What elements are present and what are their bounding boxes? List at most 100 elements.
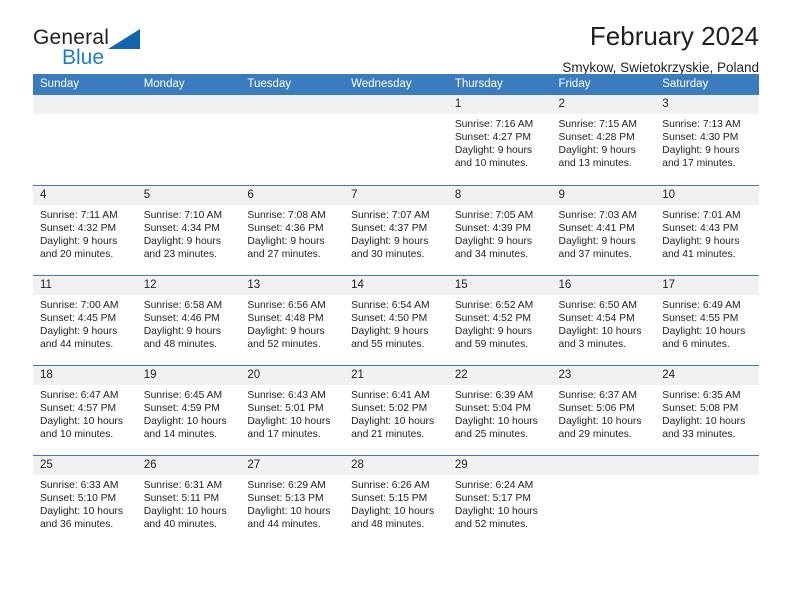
sunrise-text: Sunrise: 7:03 AM	[558, 209, 637, 221]
calendar-day-cell[interactable]: 15 Sunrise: 6:52 AM Sunset: 4:52 PM Dayligh…	[447, 274, 552, 365]
daylight-text-line2: and 52 minutes.	[247, 338, 321, 350]
title-block: February 2024 Smykow, Swietokrzyskie, Po…	[562, 22, 759, 75]
calendar-header-row: Sunday Monday Tuesday Wednesday Thursday Frid…	[33, 74, 759, 95]
day-details: Sunrise: 7:03 AM Sunset: 4:41 PM Daylight:…	[552, 205, 656, 261]
day-details: Sunrise: 6:45 AM Sunset: 4:59 PM Daylight:…	[137, 385, 241, 441]
sunrise-text: Sunrise: 7:10 AM	[143, 209, 223, 221]
calendar-day-cell[interactable]: 8 Sunrise: 7:05 AM Sunset: 4:39 PM Daylight…	[447, 184, 552, 275]
calendar-day-cell[interactable]: 26 Sunrise: 6:31 AM Sunset: 5:11 PM Dayligh…	[136, 454, 241, 545]
sunrise-text: Sunrise: 6:37 AM	[558, 389, 637, 401]
day-number: 21	[344, 365, 448, 385]
calendar-day-cell[interactable]: 29 Sunrise: 6:24 AM Sunset: 5:17 PM Dayligh…	[447, 454, 552, 545]
calendar-day-cell[interactable]: 5 Sunrise: 7:10 AM Sunset: 4:34 PM Daylight…	[136, 184, 241, 275]
sunrise-text: Sunrise: 6:39 AM	[454, 389, 534, 401]
daylight-text-line1: Daylight: 9 hours	[454, 235, 533, 247]
calendar-day-cell-empty	[136, 95, 241, 185]
day-number	[551, 455, 656, 475]
sunset-text: Sunset: 5:01 PM	[247, 402, 324, 414]
sunset-text: Sunset: 4:45 PM	[40, 312, 117, 324]
calendar-day-cell[interactable]: 16 Sunrise: 6:50 AM Sunset: 4:54 PM Dayligh…	[551, 274, 656, 365]
day-details: Sunrise: 7:08 AM Sunset: 4:36 PM Daylight:…	[240, 205, 344, 261]
calendar-day-cell[interactable]: 3 Sunrise: 7:13 AM Sunset: 4:30 PM Daylight…	[655, 95, 759, 185]
daylight-text-line1: Daylight: 10 hours	[40, 505, 123, 517]
day-number	[136, 95, 241, 114]
calendar-day-cell[interactable]: 23 Sunrise: 6:37 AM Sunset: 5:06 PM Dayligh…	[551, 364, 656, 455]
calendar-day-cell[interactable]: 1 Sunrise: 7:16 AM Sunset: 4:27 PM Daylight…	[447, 95, 552, 185]
calendar-day-cell[interactable]: 14 Sunrise: 6:54 AM Sunset: 4:50 PM Dayligh…	[344, 274, 448, 365]
day-number: 8	[447, 185, 552, 205]
daylight-text-line2: and 40 minutes.	[143, 518, 217, 530]
calendar-day-cell[interactable]: 2 Sunrise: 7:15 AM Sunset: 4:28 PM Daylight…	[551, 95, 656, 185]
calendar-day-cell[interactable]: 6 Sunrise: 7:08 AM Sunset: 4:36 PM Daylight…	[240, 184, 345, 275]
calendar-day-cell[interactable]: 4 Sunrise: 7:11 AM Sunset: 4:32 PM Daylight…	[33, 184, 137, 275]
sunrise-text: Sunrise: 6:26 AM	[351, 479, 430, 491]
calendar-day-cell[interactable]: 7 Sunrise: 7:07 AM Sunset: 4:37 PM Daylight…	[344, 184, 448, 275]
calendar-day-cell[interactable]: 21 Sunrise: 6:41 AM Sunset: 5:02 PM Dayligh…	[344, 364, 448, 455]
sunrise-text: Sunrise: 6:52 AM	[454, 299, 534, 311]
day-details: Sunrise: 7:10 AM Sunset: 4:34 PM Daylight:…	[137, 205, 241, 261]
sunset-text: Sunset: 5:10 PM	[40, 492, 117, 504]
calendar-day-cell[interactable]: 22 Sunrise: 6:39 AM Sunset: 5:04 PM Dayligh…	[447, 364, 552, 455]
calendar-day-cell[interactable]: 13 Sunrise: 6:56 AM Sunset: 4:48 PM Dayligh…	[240, 274, 345, 365]
daylight-text-line2: and 44 minutes.	[40, 338, 114, 350]
day-details: Sunrise: 6:50 AM Sunset: 4:54 PM Daylight:…	[552, 295, 656, 351]
day-number: 16	[551, 275, 656, 295]
sunset-text: Sunset: 5:17 PM	[454, 492, 531, 504]
daylight-text-line2: and 36 minutes.	[40, 518, 114, 530]
calendar-day-cell-empty	[344, 95, 448, 185]
day-number: 27	[240, 455, 345, 475]
daylight-text-line2: and 33 minutes.	[662, 428, 736, 440]
sunrise-text: Sunrise: 7:01 AM	[662, 209, 741, 221]
sunrise-text: Sunrise: 6:56 AM	[247, 299, 326, 311]
calendar-day-cell[interactable]: 25 Sunrise: 6:33 AM Sunset: 5:10 PM Dayligh…	[33, 454, 137, 545]
day-details: Sunrise: 6:54 AM Sunset: 4:50 PM Daylight:…	[344, 295, 448, 351]
sunrise-text: Sunrise: 6:29 AM	[247, 479, 326, 491]
daylight-text-line2: and 41 minutes.	[662, 248, 736, 260]
day-number: 5	[136, 185, 241, 205]
day-number	[344, 95, 448, 114]
calendar-day-cell[interactable]: 18 Sunrise: 6:47 AM Sunset: 4:57 PM Dayligh…	[33, 364, 137, 455]
sunset-text: Sunset: 5:02 PM	[351, 402, 428, 414]
calendar-day-cell[interactable]: 17 Sunrise: 6:49 AM Sunset: 4:55 PM Dayligh…	[655, 274, 759, 365]
day-details: Sunrise: 6:33 AM Sunset: 5:10 PM Daylight:…	[33, 475, 137, 531]
sunset-text: Sunset: 4:52 PM	[454, 312, 531, 324]
calendar-day-cell[interactable]: 28 Sunrise: 6:26 AM Sunset: 5:15 PM Dayligh…	[344, 454, 448, 545]
sunset-text: Sunset: 4:27 PM	[454, 132, 531, 144]
daylight-text-line2: and 37 minutes.	[558, 248, 632, 260]
day-number: 4	[33, 185, 137, 205]
day-number: 7	[344, 185, 448, 205]
sunrise-text: Sunrise: 7:05 AM	[454, 209, 534, 221]
day-number: 19	[136, 365, 241, 385]
daylight-text-line2: and 27 minutes.	[247, 248, 321, 260]
calendar-day-cell[interactable]: 9 Sunrise: 7:03 AM Sunset: 4:41 PM Daylight…	[551, 184, 656, 275]
daylight-text-line1: Daylight: 10 hours	[558, 325, 642, 337]
daylight-text-line1: Daylight: 9 hours	[558, 145, 636, 157]
daylight-text-line2: and 20 minutes.	[40, 248, 114, 260]
calendar-day-cell[interactable]: 19 Sunrise: 6:45 AM Sunset: 4:59 PM Dayligh…	[136, 364, 241, 455]
daylight-text-line1: Daylight: 9 hours	[143, 235, 221, 247]
daylight-text-line1: Daylight: 10 hours	[143, 505, 227, 517]
sunrise-text: Sunrise: 6:54 AM	[351, 299, 430, 311]
weekday-header-monday: Monday	[136, 74, 241, 95]
daylight-text-line2: and 30 minutes.	[351, 248, 425, 260]
calendar-day-cell[interactable]: 27 Sunrise: 6:29 AM Sunset: 5:13 PM Dayligh…	[240, 454, 345, 545]
sunrise-text: Sunrise: 7:16 AM	[454, 119, 534, 130]
calendar-week-row: 18 Sunrise: 6:47 AM Sunset: 4:57 PM Dayligh…	[33, 364, 759, 455]
general-blue-logo[interactable]: General Blue	[33, 26, 183, 74]
day-number: 10	[655, 185, 759, 205]
calendar-day-cell[interactable]: 10 Sunrise: 7:01 AM Sunset: 4:43 PM Dayligh…	[655, 184, 759, 275]
calendar-day-cell[interactable]: 20 Sunrise: 6:43 AM Sunset: 5:01 PM Dayligh…	[240, 364, 345, 455]
calendar-day-cell[interactable]: 12 Sunrise: 6:58 AM Sunset: 4:46 PM Dayligh…	[136, 274, 241, 365]
calendar-day-cell[interactable]: 11 Sunrise: 7:00 AM Sunset: 4:45 PM Dayligh…	[33, 274, 137, 365]
daylight-text-line1: Daylight: 10 hours	[247, 415, 331, 427]
day-details: Sunrise: 7:15 AM Sunset: 4:28 PM Daylight:…	[552, 114, 656, 170]
daylight-text-line1: Daylight: 10 hours	[351, 415, 435, 427]
calendar-day-cell[interactable]: 24 Sunrise: 6:35 AM Sunset: 5:08 PM Dayligh…	[655, 364, 759, 455]
sunset-text: Sunset: 4:54 PM	[558, 312, 635, 324]
daylight-text-line2: and 10 minutes.	[454, 158, 529, 170]
daylight-text-line2: and 59 minutes.	[454, 338, 529, 350]
calendar-day-cell-empty	[655, 454, 759, 545]
calendar-day-cell-empty	[240, 95, 345, 185]
daylight-text-line1: Daylight: 9 hours	[351, 325, 429, 337]
daylight-text-line2: and 13 minutes.	[558, 158, 632, 170]
